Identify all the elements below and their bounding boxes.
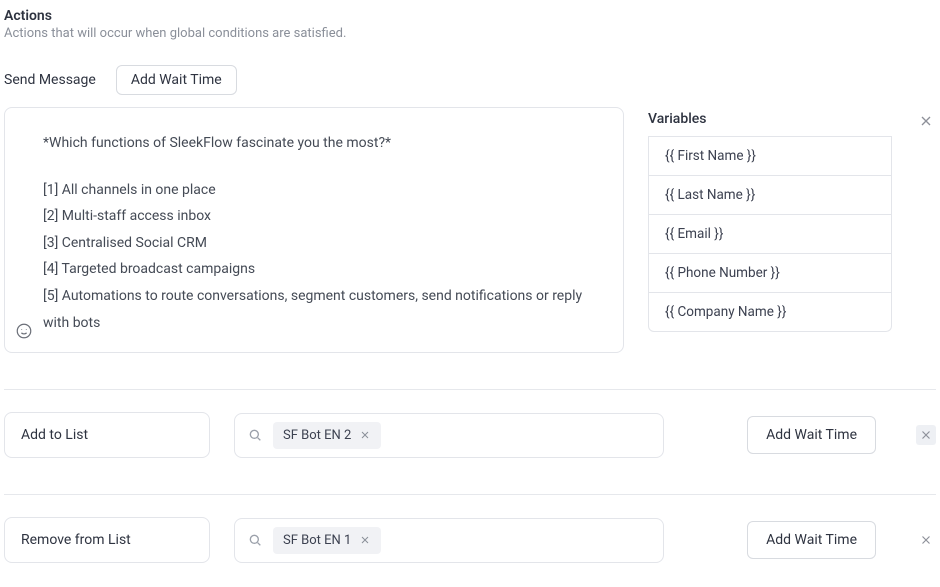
- add-wait-time-button[interactable]: Add Wait Time: [747, 416, 876, 454]
- close-icon[interactable]: [916, 111, 936, 131]
- variables-title: Variables: [648, 111, 892, 127]
- divider: [4, 494, 936, 495]
- remove-action-icon[interactable]: [916, 530, 936, 550]
- chip-label: SF Bot EN 1: [283, 533, 351, 548]
- selected-list-chip: SF Bot EN 1: [273, 527, 381, 554]
- list-select-input[interactable]: SF Bot EN 2: [234, 413, 664, 458]
- search-icon: [247, 532, 263, 548]
- list-select-input[interactable]: SF Bot EN 1: [234, 518, 664, 563]
- editor-line: [2] Multi-staff access inbox: [43, 203, 605, 230]
- message-editor[interactable]: *Which functions of SleekFlow fascinate …: [4, 107, 624, 353]
- chip-remove-icon[interactable]: [359, 429, 371, 441]
- action-label-remove-from-list[interactable]: Remove from List: [4, 517, 210, 563]
- tab-send-message[interactable]: Send Message: [4, 66, 96, 94]
- variable-email[interactable]: {{ Email }}: [648, 214, 892, 254]
- selected-list-chip: SF Bot EN 2: [273, 422, 381, 449]
- action-label-add-to-list[interactable]: Add to List: [4, 412, 210, 458]
- add-wait-time-button[interactable]: Add Wait Time: [116, 65, 237, 95]
- variable-first-name[interactable]: {{ First Name }}: [648, 136, 892, 176]
- section-subtitle: Actions that will occur when global cond…: [4, 26, 936, 41]
- remove-action-icon[interactable]: [916, 425, 936, 445]
- variable-company-name[interactable]: {{ Company Name }}: [648, 292, 892, 332]
- divider: [4, 389, 936, 390]
- chip-label: SF Bot EN 2: [283, 428, 351, 443]
- editor-line: *Which functions of SleekFlow fascinate …: [43, 130, 605, 157]
- editor-line: [4] Targeted broadcast campaigns: [43, 256, 605, 283]
- add-wait-time-button[interactable]: Add Wait Time: [747, 521, 876, 559]
- search-icon: [247, 427, 263, 443]
- section-title: Actions: [4, 8, 936, 24]
- editor-line: [1] All channels in one place: [43, 177, 605, 204]
- emoji-picker-icon[interactable]: [15, 322, 33, 340]
- editor-line: [3] Centralised Social CRM: [43, 230, 605, 257]
- editor-blank-line: [43, 157, 605, 177]
- chip-remove-icon[interactable]: [359, 534, 371, 546]
- editor-line: [5] Automations to route conversations, …: [43, 283, 605, 336]
- variable-last-name[interactable]: {{ Last Name }}: [648, 175, 892, 215]
- variable-phone-number[interactable]: {{ Phone Number }}: [648, 253, 892, 293]
